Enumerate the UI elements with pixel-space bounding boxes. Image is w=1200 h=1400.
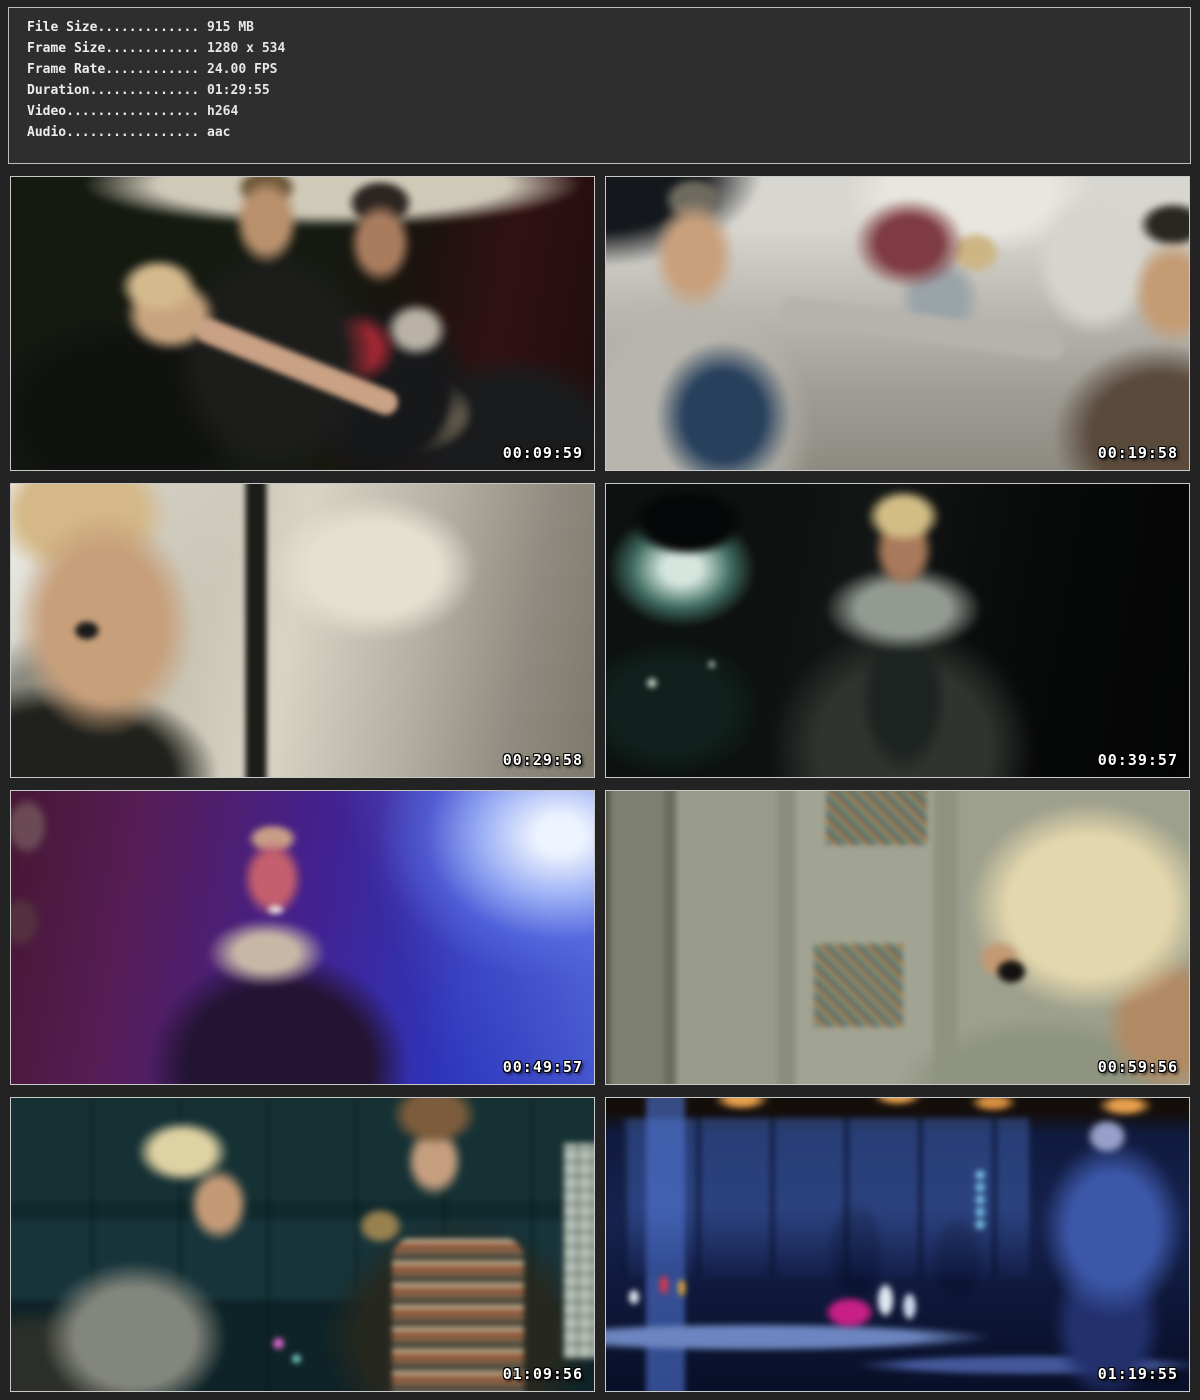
info-label: Audio bbox=[27, 125, 66, 140]
info-row-audio: Audio................. aac bbox=[27, 122, 1190, 143]
info-leader: ............ bbox=[105, 41, 199, 56]
timestamp-overlay: 00:19:58 bbox=[1098, 444, 1178, 462]
scene-art-club bbox=[10, 790, 595, 1085]
scene-shape bbox=[192, 315, 401, 419]
info-row-frame-rate: Frame Rate............ 24.00 FPS bbox=[27, 59, 1190, 80]
screenshot-8: 01:19:55 bbox=[605, 1097, 1190, 1392]
info-value: aac bbox=[207, 125, 230, 140]
timestamp-overlay: 00:29:58 bbox=[503, 751, 583, 769]
screenshot-1: 00:09:59 bbox=[10, 176, 595, 471]
info-value: 01:29:55 bbox=[207, 83, 270, 98]
info-leader: ............. bbox=[97, 20, 199, 35]
info-leader: ................. bbox=[66, 104, 199, 119]
scene-shape bbox=[826, 790, 928, 845]
scene-art-backroom bbox=[10, 176, 595, 471]
info-label: File Size bbox=[27, 20, 97, 35]
scene-art-night bbox=[605, 1097, 1190, 1392]
info-leader: .............. bbox=[90, 83, 200, 98]
scene-art-car bbox=[605, 176, 1190, 471]
info-value: h264 bbox=[207, 104, 238, 119]
info-label: Video bbox=[27, 104, 66, 119]
scene-art-garage bbox=[605, 483, 1190, 778]
info-label: Frame Size bbox=[27, 41, 105, 56]
screenshot-grid: 00:09:59 00:19:58 00:29:58 00:39:57 00:4… bbox=[10, 176, 1190, 1392]
screenshot-4: 00:39:57 bbox=[605, 483, 1190, 778]
info-leader: ................. bbox=[66, 125, 199, 140]
info-row-frame-size: Frame Size............ 1280 x 534 bbox=[27, 38, 1190, 59]
screenshot-6: 00:59:56 bbox=[605, 790, 1190, 1085]
info-row-duration: Duration.............. 01:29:55 bbox=[27, 80, 1190, 101]
info-value: 24.00 FPS bbox=[207, 62, 277, 77]
screenshot-2: 00:19:58 bbox=[605, 176, 1190, 471]
screenshot-7: 01:09:56 bbox=[10, 1097, 595, 1392]
info-row-file-size: File Size............. 915 MB bbox=[27, 17, 1190, 38]
screenshot-5: 00:49:57 bbox=[10, 790, 595, 1085]
media-info-page: { "page": { "background_color": "#232323… bbox=[0, 0, 1200, 1400]
scene-shape bbox=[563, 1143, 595, 1359]
scene-shape bbox=[814, 944, 904, 1027]
info-value: 915 MB bbox=[207, 20, 254, 35]
scene-art-two-men bbox=[10, 1097, 595, 1392]
info-value: 1280 x 534 bbox=[207, 41, 285, 56]
info-leader: ............ bbox=[105, 62, 199, 77]
timestamp-overlay: 00:49:57 bbox=[503, 1058, 583, 1076]
timestamp-overlay: 00:09:59 bbox=[503, 444, 583, 462]
scene-art-hallway bbox=[605, 790, 1190, 1085]
timestamp-overlay: 01:19:55 bbox=[1098, 1365, 1178, 1383]
scene-shape bbox=[777, 294, 1066, 362]
info-row-video: Video................. h264 bbox=[27, 101, 1190, 122]
timestamp-overlay: 00:39:57 bbox=[1098, 751, 1178, 769]
screenshot-3: 00:29:58 bbox=[10, 483, 595, 778]
info-label: Duration bbox=[27, 83, 90, 98]
scene-art-profile bbox=[10, 483, 595, 778]
media-info-box: File Size............. 915 MB Frame Size… bbox=[8, 7, 1191, 164]
info-label: Frame Rate bbox=[27, 62, 105, 77]
timestamp-overlay: 00:59:56 bbox=[1098, 1058, 1178, 1076]
scene-shape bbox=[622, 1118, 1029, 1279]
timestamp-overlay: 01:09:56 bbox=[503, 1365, 583, 1383]
